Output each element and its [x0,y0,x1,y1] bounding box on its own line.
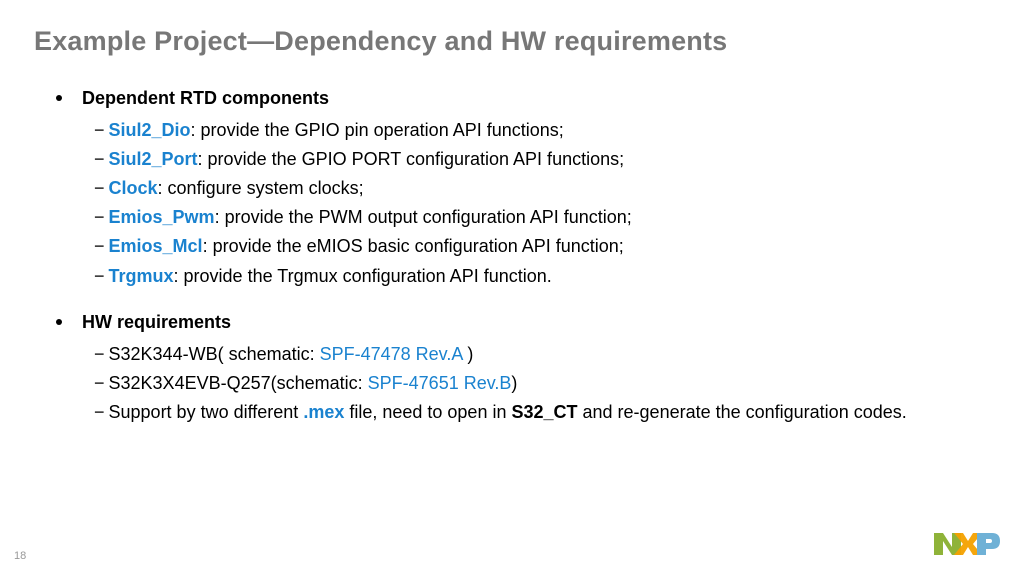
hw-text-pre: Support by two different [109,402,304,422]
hw-text-mid: file, need to open in [344,402,511,422]
list-item: − S32K3X4EVB-Q257(schematic: SPF-47651 R… [94,370,990,396]
component-desc: : provide the PWM output configuration A… [215,207,632,227]
list-item: − Clock: configure system clocks; [94,175,990,201]
page-number: 18 [14,550,26,562]
rtd-list: − Siul2_Dio: provide the GPIO pin operat… [94,117,990,289]
slide-content: Dependent RTD components − Siul2_Dio: pr… [34,85,990,425]
list-item-body: Siul2_Dio: provide the GPIO pin operatio… [109,117,564,143]
dash-icon: − [94,233,105,259]
list-item-body: Trgmux: provide the Trgmux configuration… [109,263,552,289]
component-name: Trgmux [109,266,174,286]
section-heading-label: HW requirements [82,309,231,335]
component-name: Siul2_Port [109,149,198,169]
component-name: Emios_Pwm [109,207,215,227]
component-name: Siul2_Dio [109,120,191,140]
mex-file-label: .mex [303,402,344,422]
component-desc: : provide the GPIO pin operation API fun… [191,120,564,140]
dash-icon: − [94,341,105,367]
nxp-logo [934,531,1004,562]
list-item-body: Emios_Mcl: provide the eMIOS basic confi… [109,233,624,259]
list-item-body: Clock: configure system clocks; [109,175,364,201]
list-item: − S32K344-WB( schematic: SPF-47478 Rev.A… [94,341,990,367]
component-name: Clock [109,178,158,198]
list-item: − Siul2_Dio: provide the GPIO pin operat… [94,117,990,143]
hw-list: − S32K344-WB( schematic: SPF-47478 Rev.A… [94,341,990,425]
schematic-link[interactable]: SPF-47478 Rev.A [320,344,463,364]
bullet-dot-icon [56,95,62,101]
list-item-body: Siul2_Port: provide the GPIO PORT config… [109,146,625,172]
list-item-body: S32K3X4EVB-Q257(schematic: SPF-47651 Rev… [109,370,518,396]
component-name: Emios_Mcl [109,236,203,256]
dash-icon: − [94,175,105,201]
list-item-body: Support by two different .mex file, need… [109,399,907,425]
dash-icon: − [94,370,105,396]
dash-icon: − [94,263,105,289]
hw-text-post: and re-generate the configuration codes. [578,402,907,422]
section-heading-hw: HW requirements [34,309,990,335]
slide: Example Project—Dependency and HW requir… [0,0,1024,576]
component-desc: : provide the eMIOS basic configuration … [203,236,624,256]
hw-text-pre: S32K3X4EVB-Q257(schematic: [109,373,368,393]
hw-text-post: ) [511,373,517,393]
dash-icon: − [94,117,105,143]
section-heading-label: Dependent RTD components [82,85,329,111]
list-item-body: Emios_Pwm: provide the PWM output config… [109,204,632,230]
dash-icon: − [94,399,105,425]
list-item-body: S32K344-WB( schematic: SPF-47478 Rev.A ) [109,341,474,367]
slide-title: Example Project—Dependency and HW requir… [34,26,990,57]
list-item: − Trgmux: provide the Trgmux configurati… [94,263,990,289]
list-item: − Support by two different .mex file, ne… [94,399,990,425]
component-desc: : configure system clocks; [158,178,364,198]
section-heading-rtd: Dependent RTD components [34,85,990,111]
component-desc: : provide the Trgmux configuration API f… [174,266,552,286]
dash-icon: − [94,204,105,230]
schematic-link[interactable]: SPF-47651 Rev.B [368,373,512,393]
dash-icon: − [94,146,105,172]
s32ct-label: S32_CT [511,402,577,422]
component-desc: : provide the GPIO PORT configuration AP… [198,149,625,169]
list-item: − Siul2_Port: provide the GPIO PORT conf… [94,146,990,172]
hw-text-pre: S32K344-WB( schematic: [109,344,320,364]
list-item: − Emios_Mcl: provide the eMIOS basic con… [94,233,990,259]
list-item: − Emios_Pwm: provide the PWM output conf… [94,204,990,230]
bullet-dot-icon [56,319,62,325]
hw-text-post: ) [462,344,473,364]
